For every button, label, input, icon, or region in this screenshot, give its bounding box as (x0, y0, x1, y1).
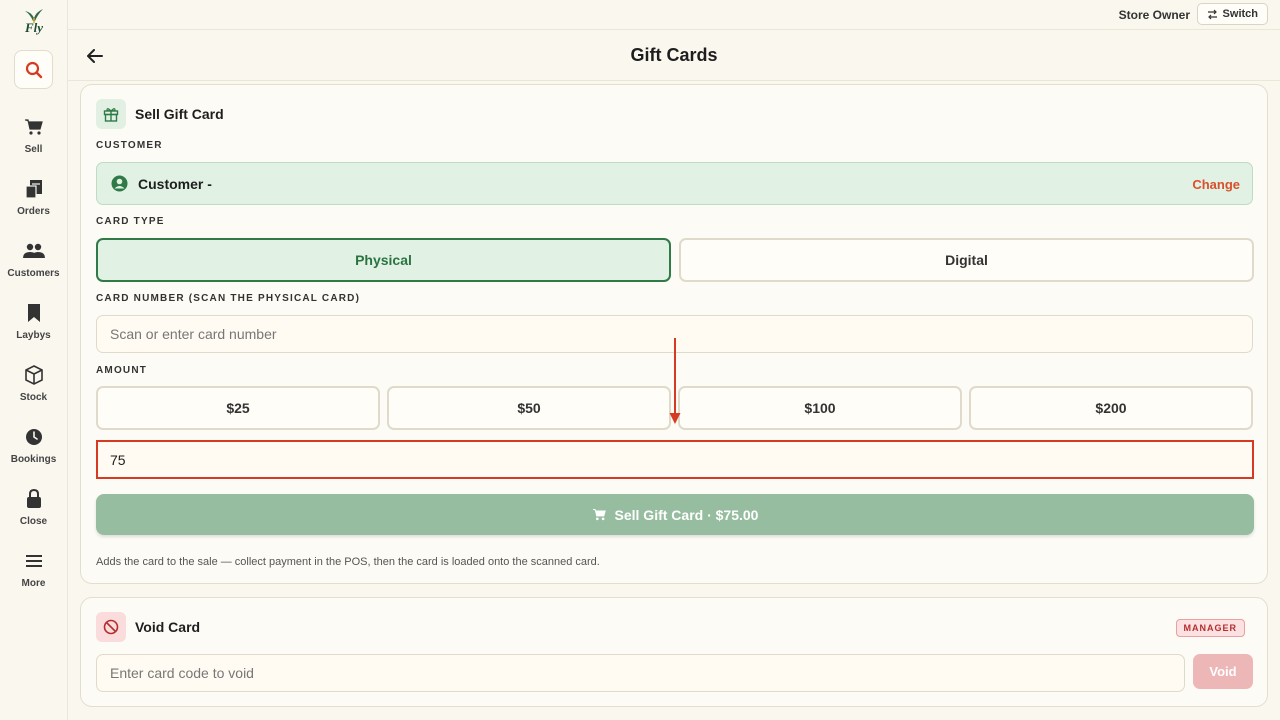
top-bar: Store Owner Switch (68, 0, 1280, 30)
app-logo[interactable]: Fly (18, 8, 50, 42)
sidebar-item-label: More (21, 578, 46, 589)
void-button[interactable]: Void (1193, 654, 1253, 689)
sell-gift-card-panel: Sell Gift Card CUSTOMER Customer - Chang… (80, 84, 1268, 584)
switch-user-button[interactable]: Switch (1196, 3, 1268, 25)
bookmark-icon (27, 304, 40, 322)
menu-icon (25, 555, 42, 567)
sidebar-item-orders[interactable]: Orders (0, 178, 67, 228)
sidebar-item-label: Orders (17, 206, 50, 217)
customer-name: Customer - (138, 175, 212, 192)
search-button[interactable] (14, 50, 53, 89)
sell-help-text: Adds the card to the sale — collect paym… (96, 556, 600, 568)
sidebar-item-label: Stock (19, 392, 48, 403)
gift-icon (96, 99, 126, 129)
receipt-icon (24, 180, 42, 199)
amount-50-button[interactable]: $50 (387, 386, 671, 430)
manager-badge: MANAGER (1175, 619, 1245, 637)
customer-label: CUSTOMER (96, 140, 163, 151)
sell-card-header: Sell Gift Card (96, 99, 224, 129)
card-type-digital[interactable]: Digital (679, 238, 1254, 282)
role-label: Store Owner (1118, 8, 1190, 22)
swap-arrows-icon (1207, 9, 1217, 19)
lock-icon (26, 489, 41, 508)
sidebar-item-laybys[interactable]: Laybys (0, 302, 67, 352)
card-type-label: CARD TYPE (96, 216, 165, 227)
logo-text: Fly (24, 20, 44, 35)
sell-card-title: Sell Gift Card (135, 106, 224, 122)
cart-icon (24, 119, 43, 135)
sidebar: Fly Sell Orders Customers Laybys Stock B… (0, 0, 68, 720)
page-header: Gift Cards (68, 31, 1280, 81)
void-card-title: Void Card (135, 619, 201, 635)
customer-selector[interactable]: Customer - Change (96, 162, 1253, 205)
sidebar-item-sell[interactable]: Sell (0, 116, 67, 166)
void-card-panel: Void Card MANAGER Void (80, 597, 1268, 707)
search-icon (25, 61, 42, 78)
card-type-physical[interactable]: Physical (96, 238, 671, 282)
sidebar-item-more[interactable]: More (0, 550, 67, 600)
custom-amount-input[interactable] (96, 440, 1254, 479)
void-card-header: Void Card (96, 612, 200, 642)
amount-label: AMOUNT (96, 365, 148, 376)
sidebar-item-label: Close (19, 516, 48, 527)
sidebar-item-bookings[interactable]: Bookings (0, 426, 67, 476)
sidebar-item-stock[interactable]: Stock (0, 364, 67, 414)
amount-200-button[interactable]: $200 (969, 386, 1253, 430)
user-circle-icon (111, 175, 128, 192)
card-number-input[interactable] (96, 315, 1253, 353)
sidebar-item-close[interactable]: Close (0, 488, 67, 538)
sidebar-item-label: Customers (7, 268, 60, 279)
card-number-label: CARD NUMBER (SCAN THE PHYSICAL CARD) (96, 293, 361, 304)
sidebar-item-label: Bookings (10, 454, 57, 465)
ban-icon (96, 612, 126, 642)
cart-icon (592, 509, 606, 521)
sidebar-item-label: Laybys (16, 330, 51, 341)
void-code-input[interactable] (96, 654, 1185, 692)
sidebar-item-customers[interactable]: Customers (0, 240, 67, 290)
amount-25-button[interactable]: $25 (96, 386, 380, 430)
page-title: Gift Cards (630, 45, 718, 65)
change-customer-link[interactable]: Change (1192, 177, 1240, 192)
sell-button-label: Sell Gift Card · $75.00 (614, 506, 759, 523)
sell-gift-card-button[interactable]: Sell Gift Card · $75.00 (96, 494, 1254, 535)
clock-icon (25, 429, 42, 445)
box-icon (24, 365, 43, 385)
people-icon (22, 243, 45, 258)
sidebar-item-label: Sell (24, 144, 43, 155)
amount-100-button[interactable]: $100 (678, 386, 962, 430)
switch-label: Switch (1222, 8, 1258, 20)
